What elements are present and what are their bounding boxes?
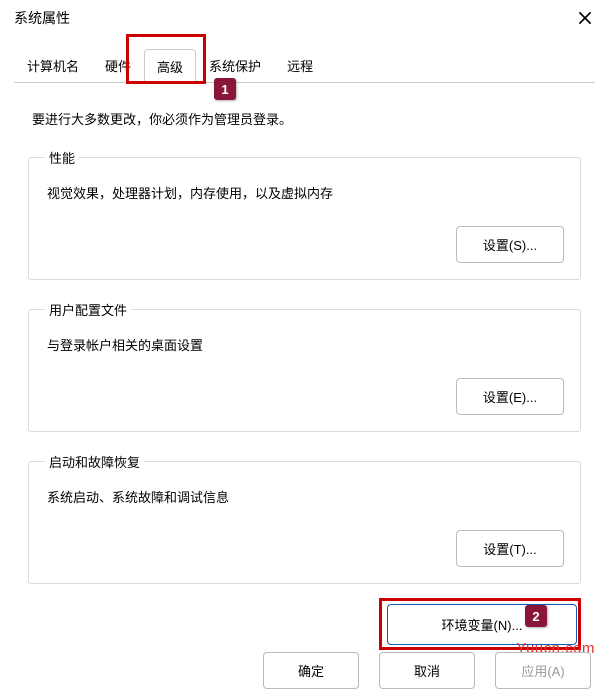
tab-hardware[interactable]: 硬件 bbox=[92, 48, 144, 82]
tab-remote[interactable]: 远程 bbox=[274, 48, 326, 82]
ok-button[interactable]: 确定 bbox=[263, 652, 359, 689]
tab-system-protection[interactable]: 系统保护 bbox=[196, 48, 274, 82]
performance-desc: 视觉效果，处理器计划，内存使用，以及虚拟内存 bbox=[47, 183, 562, 202]
group-user-profiles-legend: 用户配置文件 bbox=[45, 300, 131, 319]
environment-variables-button[interactable]: 环境变量(N)... bbox=[387, 604, 577, 645]
tab-advanced[interactable]: 高级 bbox=[144, 49, 196, 83]
performance-settings-button[interactable]: 设置(S)... bbox=[456, 226, 564, 263]
user-profiles-desc: 与登录帐户相关的桌面设置 bbox=[47, 335, 562, 354]
group-startup-recovery: 启动和故障恢复 系统启动、系统故障和调试信息 设置(T)... bbox=[28, 452, 581, 584]
startup-recovery-settings-button[interactable]: 设置(T)... bbox=[456, 530, 564, 567]
dialog-footer: 确定 取消 应用(A) bbox=[263, 652, 591, 689]
window-title: 系统属性 bbox=[14, 8, 70, 28]
group-user-profiles: 用户配置文件 与登录帐户相关的桌面设置 设置(E)... bbox=[28, 300, 581, 432]
group-startup-recovery-legend: 启动和故障恢复 bbox=[45, 452, 144, 471]
cancel-button[interactable]: 取消 bbox=[379, 652, 475, 689]
tab-bar: 计算机名 硬件 高级 系统保护 远程 bbox=[14, 48, 595, 83]
group-performance-legend: 性能 bbox=[45, 148, 79, 167]
admin-intro-text: 要进行大多数更改，你必须作为管理员登录。 bbox=[32, 109, 577, 128]
apply-button[interactable]: 应用(A) bbox=[495, 652, 591, 689]
startup-recovery-desc: 系统启动、系统故障和调试信息 bbox=[47, 487, 562, 506]
tab-computer-name[interactable]: 计算机名 bbox=[14, 48, 92, 82]
tab-content-advanced: 要进行大多数更改，你必须作为管理员登录。 性能 视觉效果，处理器计划，内存使用，… bbox=[0, 83, 609, 655]
group-performance: 性能 视觉效果，处理器计划，内存使用，以及虚拟内存 设置(S)... bbox=[28, 148, 581, 280]
close-button[interactable] bbox=[575, 8, 595, 28]
close-icon bbox=[578, 11, 592, 25]
user-profiles-settings-button[interactable]: 设置(E)... bbox=[456, 378, 564, 415]
